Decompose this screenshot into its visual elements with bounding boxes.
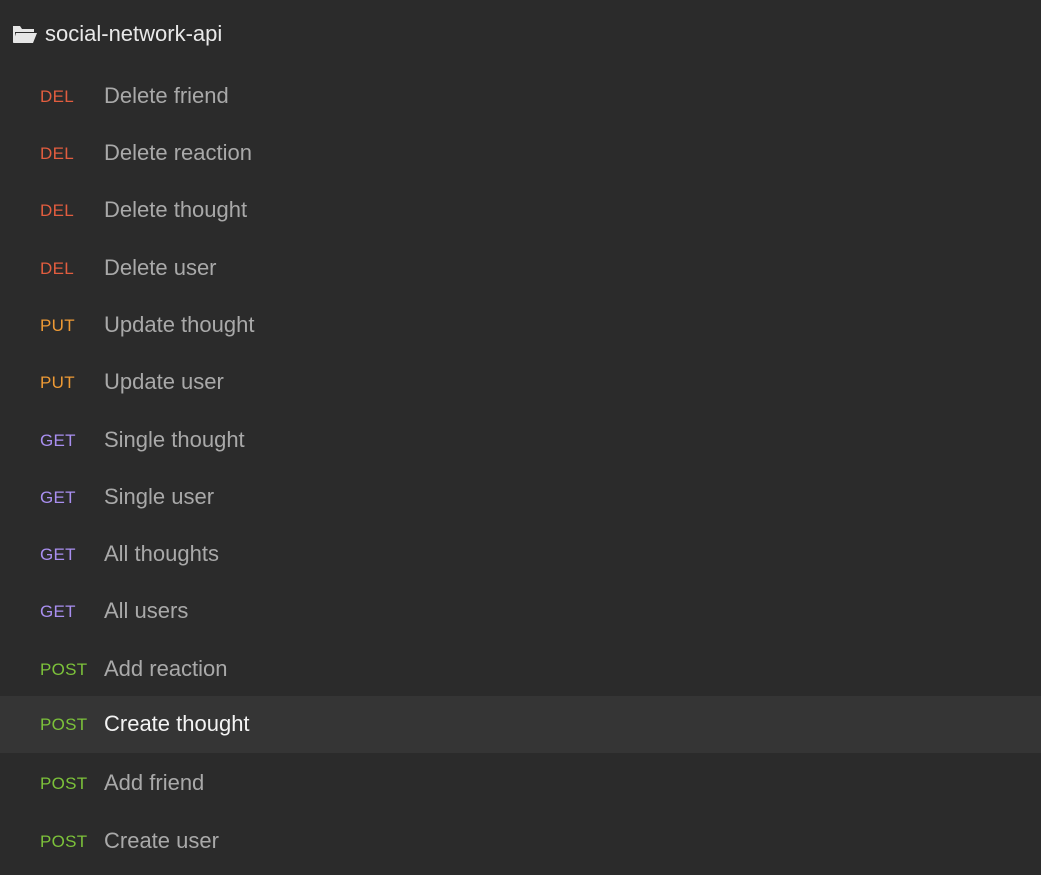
request-item-delete-friend[interactable]: DEL Delete friend — [0, 68, 1041, 125]
method-badge: POST — [40, 774, 88, 793]
folder-name: social-network-api — [45, 21, 223, 46]
request-label: Update user — [104, 369, 224, 394]
method-badge: PUT — [40, 373, 75, 392]
request-label: Add reaction — [104, 656, 228, 681]
method-badge: GET — [40, 488, 76, 507]
request-label: All thoughts — [104, 541, 219, 566]
request-label: Add friend — [104, 770, 205, 795]
request-item-all-users[interactable]: GET All users — [0, 583, 1041, 640]
request-item-update-thought[interactable]: PUT Update thought — [0, 297, 1041, 354]
request-item-all-thoughts[interactable]: GET All thoughts — [0, 526, 1041, 583]
method-badge: DEL — [40, 201, 74, 220]
request-item-create-thought[interactable]: POST Create thought — [0, 696, 1041, 753]
request-label: Create user — [104, 828, 219, 853]
method-badge: GET — [40, 431, 76, 450]
request-label: Delete friend — [104, 83, 229, 108]
request-item-delete-thought[interactable]: DEL Delete thought — [0, 182, 1041, 239]
request-sidebar: social-network-api DEL Delete friend DEL… — [0, 0, 1041, 875]
folder-open-icon — [12, 24, 38, 44]
request-label: Create thought — [104, 711, 250, 736]
request-item-delete-user[interactable]: DEL Delete user — [0, 240, 1041, 297]
method-badge: GET — [40, 602, 76, 621]
request-item-update-user[interactable]: PUT Update user — [0, 354, 1041, 411]
method-badge: POST — [40, 715, 88, 734]
request-label: Delete reaction — [104, 140, 252, 165]
request-label: Delete user — [104, 255, 217, 280]
request-item-delete-reaction[interactable]: DEL Delete reaction — [0, 125, 1041, 182]
request-label: Single user — [104, 484, 215, 509]
request-label: Delete thought — [104, 197, 248, 222]
method-badge: PUT — [40, 316, 75, 335]
method-badge: POST — [40, 832, 88, 851]
request-item-add-friend[interactable]: POST Add friend — [0, 755, 1041, 812]
method-badge: GET — [40, 545, 76, 564]
request-item-create-user[interactable]: POST Create user — [0, 813, 1041, 870]
request-label: Single thought — [104, 427, 245, 452]
request-item-add-reaction[interactable]: POST Add reaction — [0, 641, 1041, 698]
method-badge: DEL — [40, 87, 74, 106]
method-badge: DEL — [40, 259, 74, 278]
request-label: All users — [104, 598, 189, 623]
request-item-single-thought[interactable]: GET Single thought — [0, 412, 1041, 469]
folder-social-network-api[interactable]: social-network-api — [0, 10, 1041, 58]
request-item-single-user[interactable]: GET Single user — [0, 469, 1041, 526]
method-badge: DEL — [40, 144, 74, 163]
method-badge: POST — [40, 660, 88, 679]
request-label: Update thought — [104, 312, 255, 337]
